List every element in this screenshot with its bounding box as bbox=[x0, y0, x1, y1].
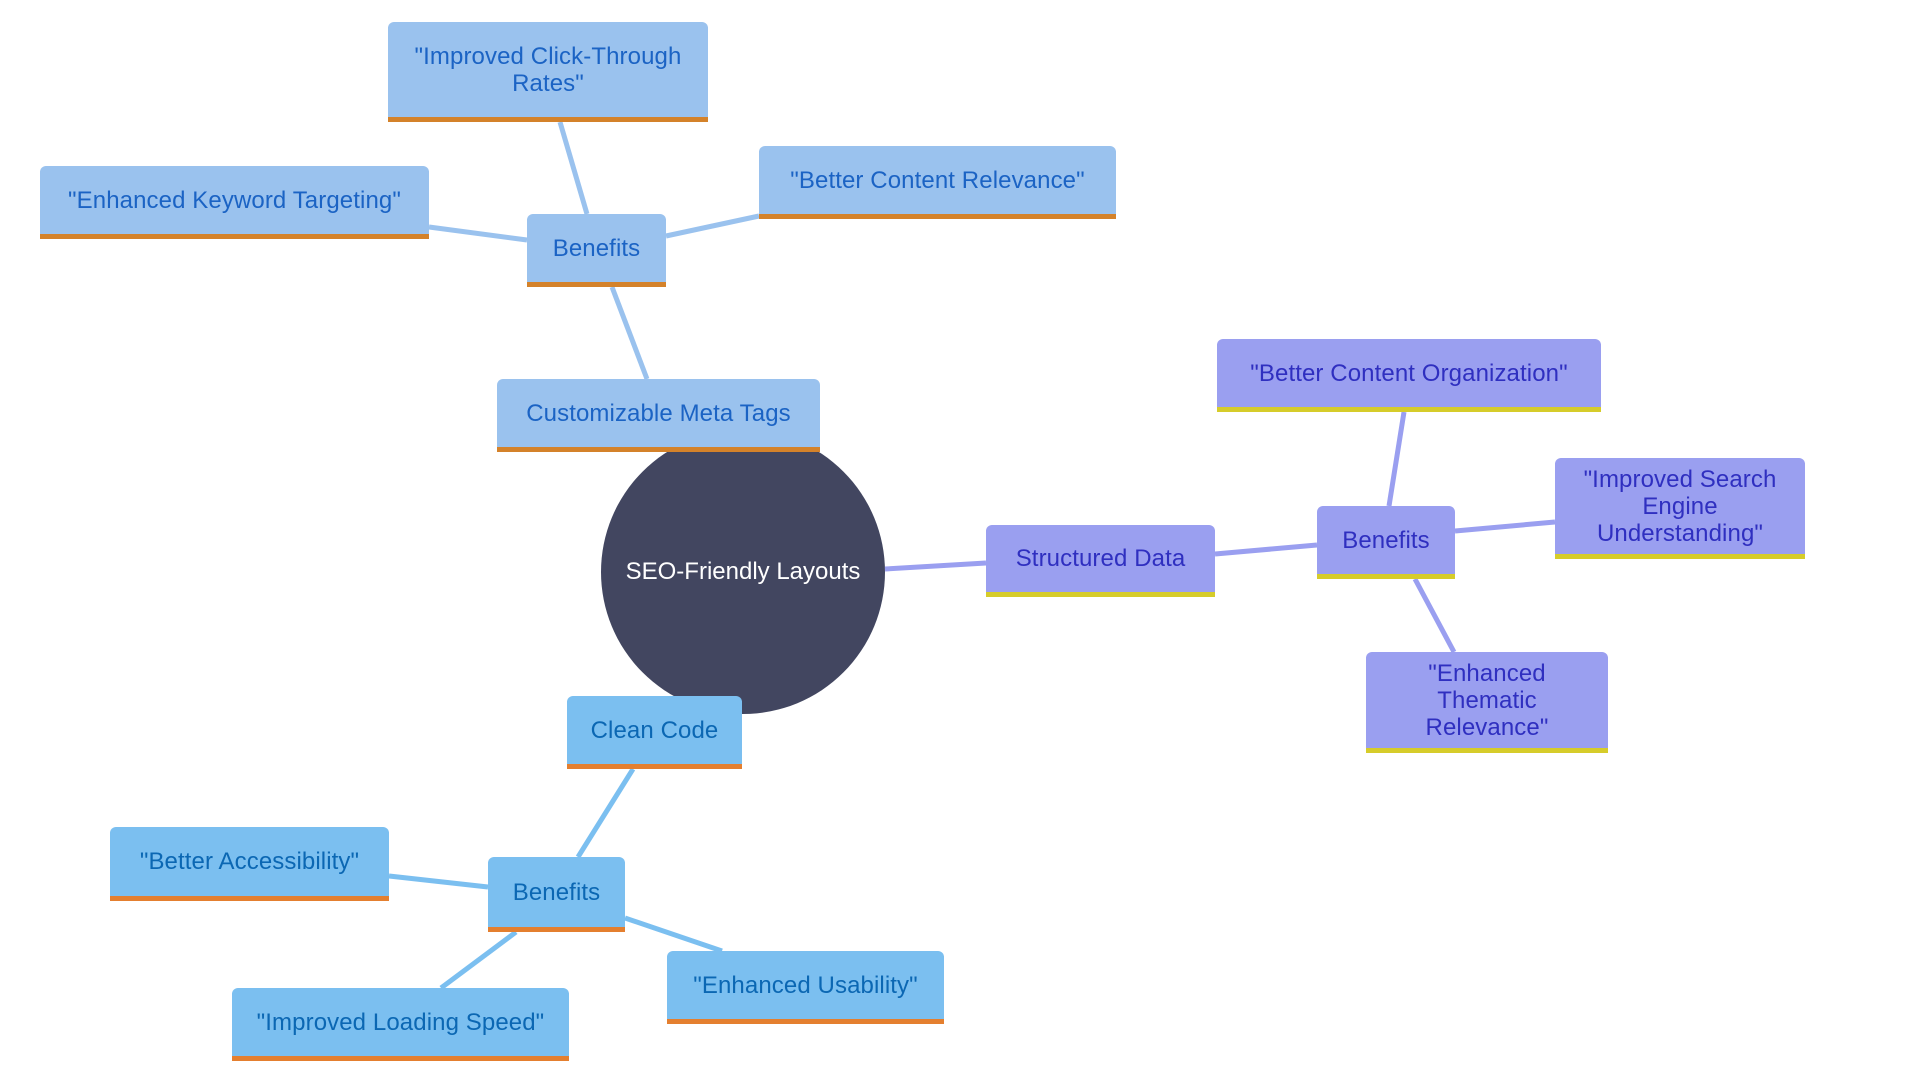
root-label: SEO-Friendly Layouts bbox=[625, 558, 861, 585]
node-label: "Enhanced Keyword Targeting" bbox=[68, 186, 401, 214]
node-better-content-relevance[interactable]: "Better Content Relevance" bbox=[759, 146, 1116, 219]
node-better-content-organization[interactable]: "Better Content Organization" bbox=[1217, 339, 1601, 412]
node-label: "Better Accessibility" bbox=[139, 848, 360, 875]
edge-meta-b1-to-meta-benefits bbox=[557, 121, 590, 215]
node-meta-benefits[interactable]: Benefits bbox=[527, 214, 666, 287]
edge-struct-b3-to-struct-benefits bbox=[1412, 577, 1457, 654]
node-label-line: "Improved Search Engine bbox=[1583, 465, 1777, 520]
node-improved-click-through-rates[interactable]: "Improved Click-Through Rates" bbox=[388, 22, 708, 122]
node-label-line: Understanding" bbox=[1596, 519, 1764, 547]
node-structured-data[interactable]: Structured Data bbox=[986, 525, 1215, 597]
node-label-line: "Improved Click-Through bbox=[414, 42, 682, 70]
node-label: Structured Data bbox=[1015, 545, 1186, 572]
node-better-accessibility[interactable]: "Better Accessibility" bbox=[110, 827, 389, 901]
node-improved-search-engine-understanding[interactable]: "Improved Search Engine Understanding" bbox=[1555, 458, 1805, 559]
node-label: Clean Code bbox=[590, 716, 719, 744]
root-node[interactable]: SEO-Friendly Layouts bbox=[601, 430, 885, 714]
node-enhanced-keyword-targeting[interactable]: "Enhanced Keyword Targeting" bbox=[40, 166, 429, 239]
edge-meta-b2-to-meta-benefits bbox=[428, 224, 528, 243]
edge-meta-b3-to-meta-benefits bbox=[665, 213, 760, 239]
node-label: "Improved Loading Speed" bbox=[256, 1008, 545, 1036]
edge-clean-b2-to-clean-benefits bbox=[439, 929, 518, 991]
node-label-line: "Enhanced Thematic bbox=[1428, 659, 1546, 714]
node-label-line: Relevance" bbox=[1425, 713, 1549, 741]
node-label: Benefits bbox=[552, 234, 641, 262]
node-label: Customizable Meta Tags bbox=[526, 399, 791, 427]
node-structured-benefits[interactable]: Benefits bbox=[1317, 506, 1455, 579]
edge-struct-to-root bbox=[884, 560, 987, 572]
node-improved-loading-speed[interactable]: "Improved Loading Speed" bbox=[232, 988, 569, 1061]
node-label: "Better Content Organization" bbox=[1250, 359, 1568, 387]
edge-clean-to-root bbox=[575, 767, 636, 859]
edge-struct-b2-to-struct-benefits bbox=[1454, 519, 1556, 534]
node-enhanced-usability[interactable]: "Enhanced Usability" bbox=[667, 951, 944, 1024]
node-clean-benefits[interactable]: Benefits bbox=[488, 857, 625, 932]
node-label-line: Rates" bbox=[512, 69, 584, 97]
edge-struct-benefits-to-struct bbox=[1214, 542, 1318, 557]
edge-clean-b1-to-clean-benefits bbox=[388, 873, 489, 890]
edge-clean-b3-to-clean-benefits bbox=[624, 915, 723, 954]
node-enhanced-thematic-relevance[interactable]: "Enhanced Thematic Relevance" bbox=[1366, 652, 1608, 753]
node-clean-code[interactable]: Clean Code bbox=[567, 696, 742, 769]
edge-meta-to-root bbox=[609, 286, 650, 380]
node-customizable-meta-tags[interactable]: Customizable Meta Tags bbox=[497, 379, 820, 452]
mindmap-canvas: SEO-Friendly Layouts Customizable Meta T… bbox=[0, 0, 1920, 1080]
node-label: Benefits bbox=[1342, 526, 1430, 554]
node-label: "Enhanced Usability" bbox=[693, 971, 918, 999]
node-label: "Better Content Relevance" bbox=[790, 166, 1085, 194]
edge-struct-b1-to-struct-benefits bbox=[1386, 411, 1407, 507]
node-label: Benefits bbox=[512, 878, 601, 906]
